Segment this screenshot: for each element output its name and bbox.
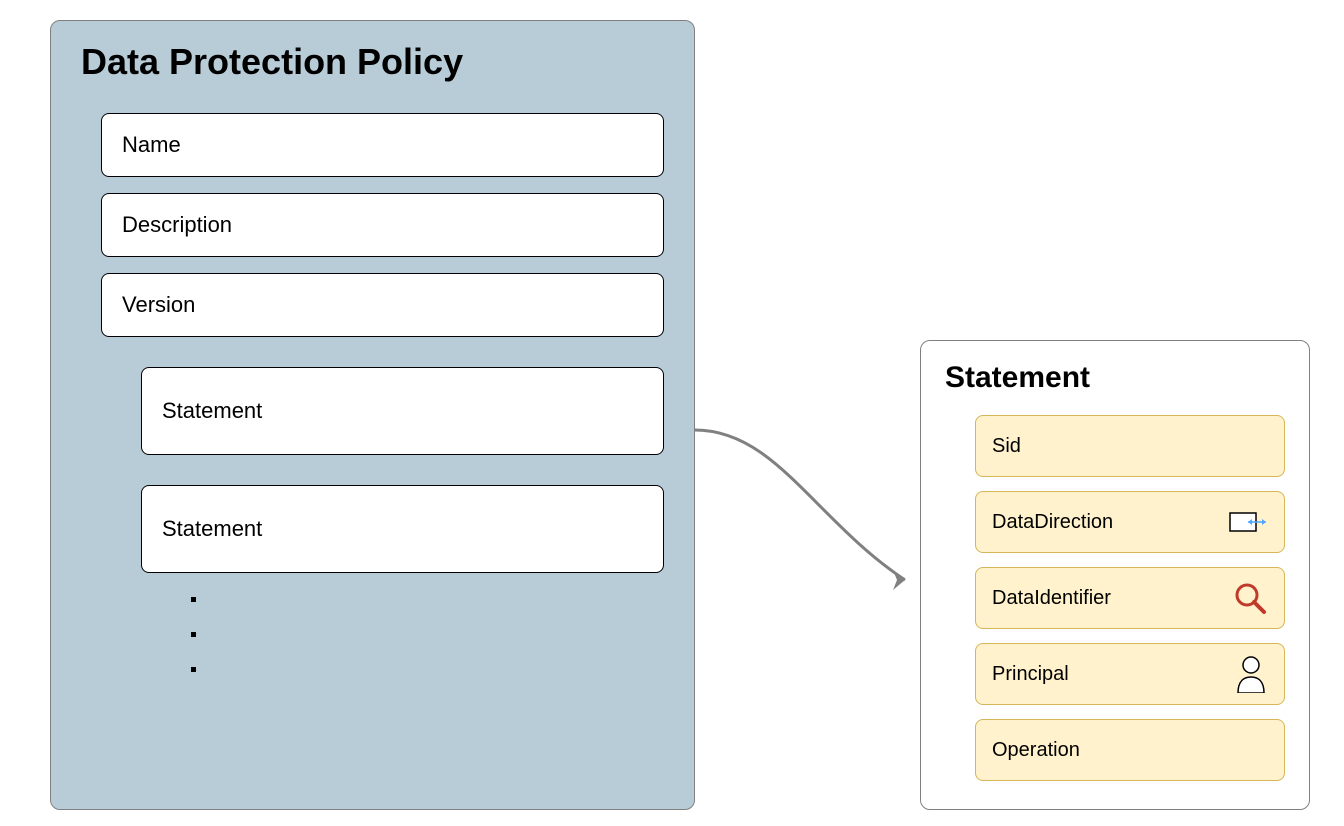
ellipsis-dots <box>191 597 664 672</box>
dot <box>191 667 196 672</box>
statement-item-label: DataIdentifier <box>992 587 1111 610</box>
search-icon <box>1232 580 1268 616</box>
user-icon <box>1234 655 1268 693</box>
policy-title: Data Protection Policy <box>81 41 664 83</box>
policy-statement-1: Statement <box>141 367 664 455</box>
direction-icon <box>1228 507 1268 537</box>
policy-statement-2: Statement <box>141 485 664 573</box>
policy-container: Data Protection Policy Name Description … <box>50 20 695 810</box>
policy-field-name: Name <box>101 113 664 177</box>
dot <box>191 632 196 637</box>
statement-item-label: Sid <box>992 435 1021 458</box>
arrow-connector <box>695 420 925 600</box>
statement-item-datadirection: DataDirection <box>975 491 1285 553</box>
statement-item-dataidentifier: DataIdentifier <box>975 567 1285 629</box>
dot <box>191 597 196 602</box>
statement-detail-title: Statement <box>945 361 1285 395</box>
policy-field-description: Description <box>101 193 664 257</box>
statement-item-principal: Principal <box>975 643 1285 705</box>
statement-item-label: DataDirection <box>992 511 1113 534</box>
statement-item-sid: Sid <box>975 415 1285 477</box>
statement-item-label: Principal <box>992 663 1069 686</box>
statement-detail-container: Statement Sid DataDirection DataIdentifi… <box>920 340 1310 810</box>
policy-field-version: Version <box>101 273 664 337</box>
statement-item-label: Operation <box>992 739 1080 762</box>
statement-item-operation: Operation <box>975 719 1285 781</box>
